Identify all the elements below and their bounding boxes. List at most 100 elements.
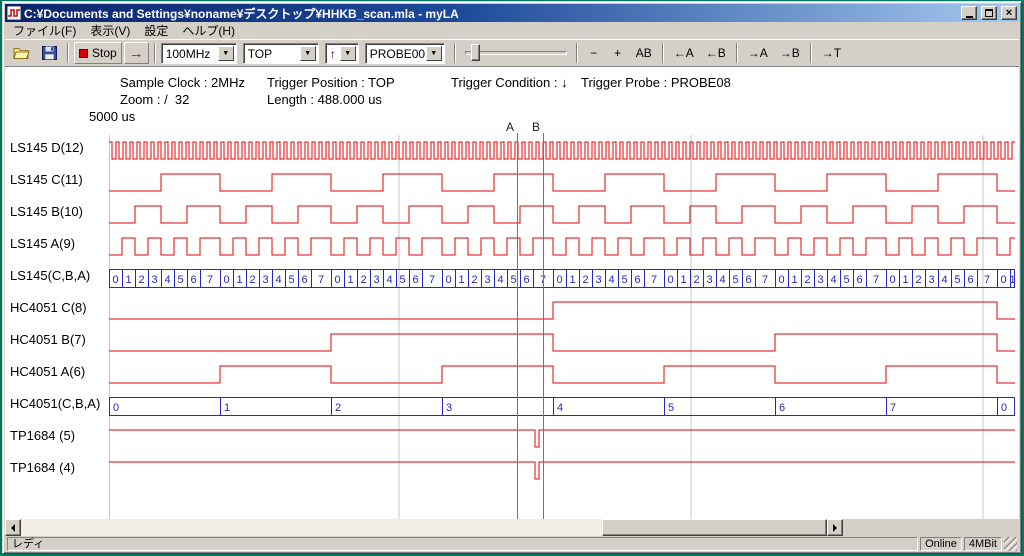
- jump-to-trigger-button[interactable]: →T: [817, 42, 846, 64]
- bus-value: 2: [471, 274, 477, 286]
- bus-value: 6: [634, 274, 640, 286]
- bus-value: 7: [318, 274, 324, 286]
- bus-value: 1: [125, 274, 131, 286]
- bus-value: 4: [557, 402, 563, 414]
- sample-clock-info: Sample Clock : 2MHz: [120, 75, 245, 90]
- waveform-area[interactable]: 0123456701234567012345670123456701234567…: [109, 119, 1019, 519]
- channel-label-hc4051-a-6[interactable]: HC4051 A(6): [10, 362, 85, 382]
- menu-bar: ファイル(F)表示(V)設定ヘルプ(H): [5, 22, 1019, 39]
- bus-value: 6: [190, 274, 196, 286]
- save-file-button[interactable]: [37, 42, 62, 64]
- jump-left-to-a-button[interactable]: ←A: [669, 42, 699, 64]
- bus-value: 5: [732, 274, 738, 286]
- bus-value: 0: [889, 274, 895, 286]
- channel-label-ls145-d-12[interactable]: LS145 D(12): [10, 138, 84, 158]
- bus-value: 1: [347, 274, 353, 286]
- toolbar-separator: [662, 43, 664, 63]
- toolbar-separator: [810, 43, 812, 63]
- status-message: レディ: [7, 537, 918, 551]
- trigger-condition-info: Trigger Condition : ↓: [451, 75, 568, 90]
- trace-tp1684-4: [109, 462, 1015, 479]
- close-button[interactable]: ×: [1001, 6, 1017, 20]
- zoom-slider[interactable]: [463, 42, 569, 64]
- toolbar-separator: [454, 43, 456, 63]
- bus-value: 2: [804, 274, 810, 286]
- channel-label-ls145-c-11[interactable]: LS145 C(11): [10, 170, 83, 190]
- zoom-out-button[interactable]: −: [583, 42, 605, 64]
- scroll-left-button[interactable]: [5, 519, 21, 536]
- stop-icon: [79, 49, 88, 58]
- dropdown-arrow-icon[interactable]: ▼: [218, 46, 234, 61]
- toolbar-separator: [154, 43, 156, 63]
- horizontal-scrollbar[interactable]: [5, 519, 843, 536]
- bus-row-ls145-c-b-a: 0123456701234567012345670123456701234567…: [110, 270, 1016, 288]
- bus-value: 3: [151, 274, 157, 286]
- slider-thumb[interactable]: [471, 44, 480, 61]
- minimize-button[interactable]: [961, 6, 977, 20]
- bus-value: 1: [224, 402, 230, 414]
- bus-value: 4: [497, 274, 503, 286]
- dropdown-arrow-icon[interactable]: ▼: [340, 46, 356, 61]
- open-file-button[interactable]: [8, 42, 35, 64]
- bus-value: 7: [890, 402, 896, 414]
- channel-label-hc4051-c-8[interactable]: HC4051 C(8): [10, 298, 87, 318]
- maximize-button[interactable]: [981, 6, 997, 20]
- zoom-info: Zoom : / 32: [120, 92, 189, 107]
- bus-value: 6: [779, 402, 785, 414]
- channel-label-tp1684-5[interactable]: TP1684 (5): [10, 426, 75, 446]
- title-bar[interactable]: C:¥Documents and Settings¥noname¥デスクトップ¥…: [5, 4, 1019, 22]
- jump-right-to-a-button[interactable]: →A: [743, 42, 773, 64]
- trigger-edge-select[interactable]: ↑ ▼: [325, 43, 359, 64]
- menu-file[interactable]: ファイル(F): [6, 21, 83, 40]
- marker-nav-buttons: −+AB ←A←B →A→B →T: [583, 42, 846, 64]
- menu-help[interactable]: ヘルプ(H): [175, 21, 242, 40]
- bus-value: 4: [164, 274, 170, 286]
- menu-settings[interactable]: 設定: [137, 21, 175, 40]
- bus-value: 0: [445, 274, 451, 286]
- menu-view[interactable]: 表示(V): [83, 21, 137, 40]
- trace-ls145-a-9: [109, 238, 1015, 255]
- channel-label-ls145-a-9[interactable]: LS145 A(9): [10, 234, 75, 254]
- toolbar-separator: [67, 43, 69, 63]
- bus-value: 0: [223, 274, 229, 286]
- scroll-right-button[interactable]: [827, 519, 843, 536]
- bus-value: 1: [458, 274, 464, 286]
- bus-value: 1: [791, 274, 797, 286]
- scrollbar-thumb[interactable]: [602, 519, 827, 536]
- sample-rate-select[interactable]: 100MHz ▼: [161, 43, 237, 64]
- trace-hc4051-a-6: [109, 366, 1015, 383]
- dropdown-arrow-icon[interactable]: ▼: [426, 46, 442, 61]
- bus-value: 6: [745, 274, 751, 286]
- scrollbar-track[interactable]: [21, 519, 827, 536]
- zoom-in-button[interactable]: +: [607, 42, 629, 64]
- run-button[interactable]: →: [124, 42, 149, 64]
- trace-hc4051-c-8: [109, 302, 1015, 319]
- marker-label-b: B: [532, 120, 540, 134]
- marker-ab-button[interactable]: AB: [631, 42, 657, 64]
- dropdown-arrow-icon[interactable]: ▼: [300, 46, 316, 61]
- channel-label-hc4051-c-b-a[interactable]: HC4051(C,B,A): [10, 394, 100, 414]
- status-online: Online: [920, 537, 962, 551]
- trigger-position-select[interactable]: TOP ▼: [243, 43, 319, 64]
- bus-value: 5: [177, 274, 183, 286]
- stop-button[interactable]: Stop: [74, 42, 122, 64]
- bus-value: 1: [236, 274, 242, 286]
- channel-label-hc4051-b-7[interactable]: HC4051 B(7): [10, 330, 86, 350]
- resize-grip[interactable]: [1004, 537, 1017, 551]
- bus-value: 0: [556, 274, 562, 286]
- bus-value: 2: [249, 274, 255, 286]
- channel-label-tp1684-4[interactable]: TP1684 (4): [10, 458, 75, 478]
- bus-value: 4: [386, 274, 392, 286]
- bus-value: 4: [941, 274, 947, 286]
- jump-left-to-b-button[interactable]: ←B: [701, 42, 731, 64]
- app-icon: [7, 6, 21, 20]
- bus-value: 4: [275, 274, 281, 286]
- jump-right-to-b-button[interactable]: →B: [775, 42, 805, 64]
- trigger-probe-select[interactable]: PROBE00 ▼: [365, 43, 445, 64]
- minimize-icon: [966, 16, 973, 18]
- bus-value: 3: [262, 274, 268, 286]
- channel-label-ls145-c-b-a[interactable]: LS145(C,B,A): [10, 266, 90, 286]
- status-bar: レディ Online 4MBit: [5, 536, 1019, 551]
- channel-label-ls145-b-10[interactable]: LS145 B(10): [10, 202, 83, 222]
- bus-value: 6: [301, 274, 307, 286]
